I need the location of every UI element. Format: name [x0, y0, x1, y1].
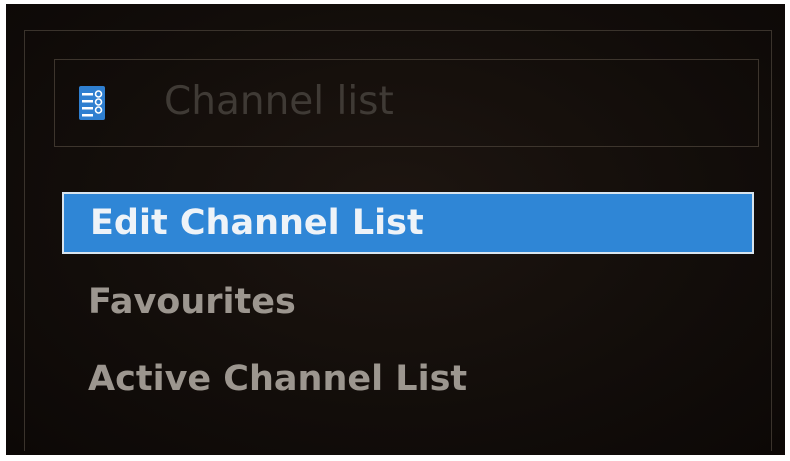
menu-item-favourites[interactable]: Favourites: [62, 271, 754, 333]
tv-screen: Channel list Edit Channel List Favourite…: [6, 4, 785, 455]
channel-list-icon: [79, 86, 105, 120]
menu-title-box: [54, 59, 759, 147]
menu-item-edit-channel-list[interactable]: Edit Channel List: [62, 192, 754, 254]
menu-item-active-channel-list[interactable]: Active Channel List: [62, 348, 754, 410]
menu-title: Channel list: [164, 79, 394, 124]
